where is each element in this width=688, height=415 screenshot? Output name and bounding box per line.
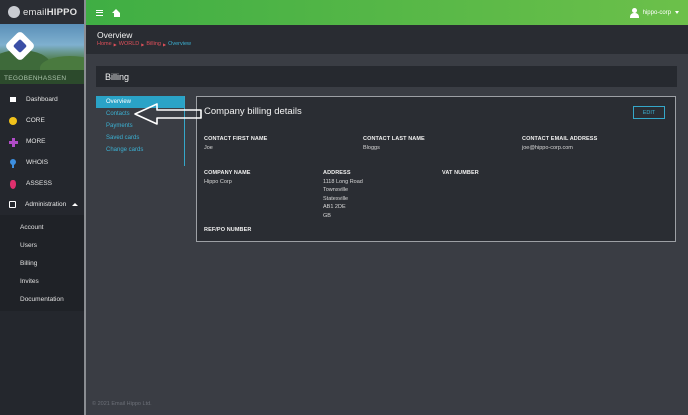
assess-icon [9,179,17,189]
administration-submenu: Account Users Billing Invites Documentat… [0,215,84,311]
administration-icon [9,201,16,208]
brand[interactable]: emailHIPPO [0,0,84,24]
core-icon [9,116,17,125]
sidebar-subitem-account[interactable]: Account [0,218,84,236]
address-line: 1118 Long Road [323,178,363,185]
banner-caption: TEGOBENHASSEN [4,75,67,82]
contact-email-field: CONTACT EMAIL ADDRESS joe@hippo-corp.com [522,135,597,152]
sidebar-subitem-users[interactable]: Users [0,236,84,254]
field-label: CONTACT LAST NAME [363,136,425,142]
sidebar-item-whois[interactable]: WHOIS [0,152,84,173]
sidebar: emailHIPPO TEGOBENHASSEN Dashboard CORE … [0,0,86,415]
sidebar-subitem-billing[interactable]: Billing [0,254,84,272]
edit-button[interactable]: EDIT [633,106,665,119]
address-line: Statesville [323,195,349,202]
vat-number-field: VAT NUMBER [442,169,479,178]
contact-last-name-field: CONTACT LAST NAME Bloggs [363,135,425,152]
sidebar-item-label: CORE [26,117,45,124]
address-line: Townsville [323,187,349,193]
address-line: AB1 2DE [323,204,346,210]
annotation-arrow-icon [134,103,202,125]
user-name: hippo-corp [642,9,671,16]
ref-po-number-field: REF/PO NUMBER [204,226,251,235]
main-nav: Dashboard CORE MORE WHOIS ASSESS Adminis… [0,89,84,311]
menu-toggle-icon[interactable] [96,9,103,16]
sidebar-item-more[interactable]: MORE [0,131,84,152]
field-label: COMPANY NAME [204,170,251,176]
subnav-saved-cards[interactable]: Saved cards [96,132,184,144]
more-icon [9,137,18,147]
card-title: Company billing details [204,106,302,117]
sidebar-item-label: WHOIS [26,159,49,166]
breadcrumb-separator-icon: ▶ [163,41,167,47]
subnav-change-cards[interactable]: Change cards [96,144,184,156]
home-icon[interactable] [112,8,121,17]
breadcrumb-billing[interactable]: Billing [146,41,161,47]
breadcrumb: Home ▶ WORLD ▶ Billing ▶ Overview [97,41,688,47]
breadcrumb-separator-icon: ▶ [141,41,145,47]
sidebar-item-label: Dashboard [26,96,58,103]
sidebar-item-label: ASSESS [26,180,53,187]
sidebar-item-dashboard[interactable]: Dashboard [0,89,84,110]
sidebar-item-core[interactable]: CORE [0,110,84,131]
user-icon [629,7,639,18]
page-title: Overview [97,30,133,40]
brand-name: emailHIPPO [23,6,78,18]
sidebar-item-label: Administration [25,201,67,208]
field-value: Joe [204,144,213,151]
hippo-logo-icon [8,6,20,18]
contact-first-name-field: CONTACT FIRST NAME Joe [204,135,267,152]
sidebar-subitem-invites[interactable]: Invites [0,272,84,290]
profile-banner: TEGOBENHASSEN [0,24,84,84]
field-label: REF/PO NUMBER [204,227,252,233]
chevron-down-icon [675,11,679,14]
breadcrumb-world[interactable]: WORLD [119,41,139,47]
company-billing-details-card: Company billing details EDIT CONTACT FIR… [196,96,676,242]
sidebar-item-assess[interactable]: ASSESS [0,173,84,194]
field-label: CONTACT FIRST NAME [204,136,268,142]
chevron-up-icon [72,203,79,206]
address-line: GB [323,212,331,219]
sidebar-subitem-documentation[interactable]: Documentation [0,290,84,308]
sidebar-item-label: MORE [26,138,46,145]
footer-copyright: © 2021 Email Hippo Ltd. [92,401,152,407]
billing-panel: Billing [96,66,677,87]
user-menu[interactable]: hippo-corp [629,7,679,18]
field-value: Bloggs [363,144,380,151]
field-label: VAT NUMBER [442,170,479,176]
top-bar: hippo-corp [86,0,688,25]
field-value: joe@hippo-corp.com [522,144,573,151]
breadcrumb-current: Overview [168,41,191,47]
breadcrumb-home[interactable]: Home [97,41,112,47]
address-field: ADDRESS 1118 Long Road Townsville States… [323,169,363,220]
field-value: Hippo Corp [204,178,232,185]
sidebar-item-administration[interactable]: Administration [0,194,84,215]
section-title: Billing [105,71,130,82]
whois-icon [9,158,17,168]
field-label: ADDRESS [323,170,351,176]
breadcrumb-separator-icon: ▶ [113,41,117,47]
dashboard-icon [10,97,16,102]
field-label: CONTACT EMAIL ADDRESS [522,136,598,142]
company-name-field: COMPANY NAME Hippo Corp [204,169,251,186]
page-header: Overview Home ▶ WORLD ▶ Billing ▶ Overvi… [86,25,688,54]
